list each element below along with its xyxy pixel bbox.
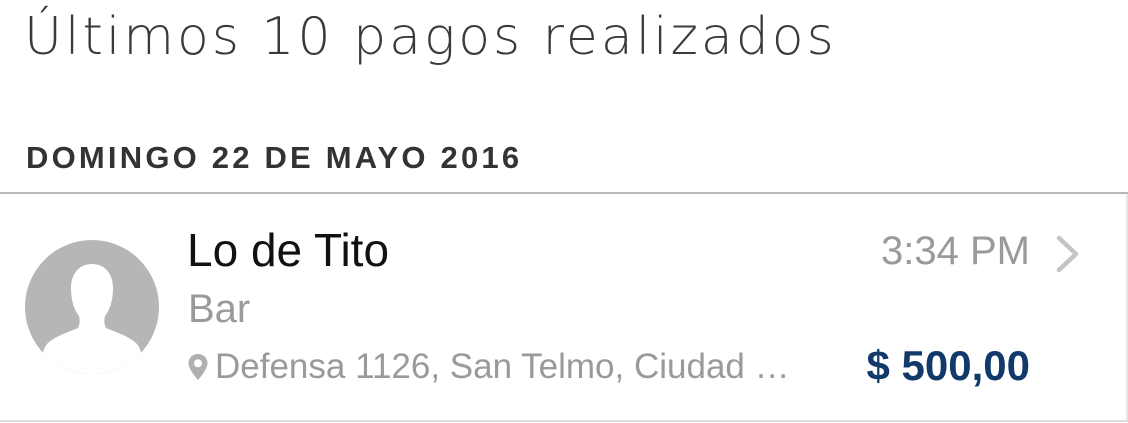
date-section-header: DOMINGO 22 DE MAYO 2016 [26,140,523,175]
merchant-category: Bar [188,287,251,331]
user-silhouette-icon [25,240,159,374]
map-pin-icon [188,354,208,380]
payment-list-item[interactable]: Lo de Tito Bar Defensa 1126, San Telmo, … [0,194,1128,420]
merchant-address: Defensa 1126, San Telmo, Ciudad … [188,344,808,390]
payment-time: 3:34 PM [881,229,1030,273]
merchant-name: Lo de Tito [187,224,390,276]
page-title: Últimos 10 pagos realizados [24,7,837,67]
chevron-right-icon[interactable] [1055,235,1081,273]
payment-amount: $ 500,00 [866,342,1031,389]
row-divider [0,420,1128,422]
address-text: Defensa 1126, San Telmo, Ciudad … [215,347,790,386]
